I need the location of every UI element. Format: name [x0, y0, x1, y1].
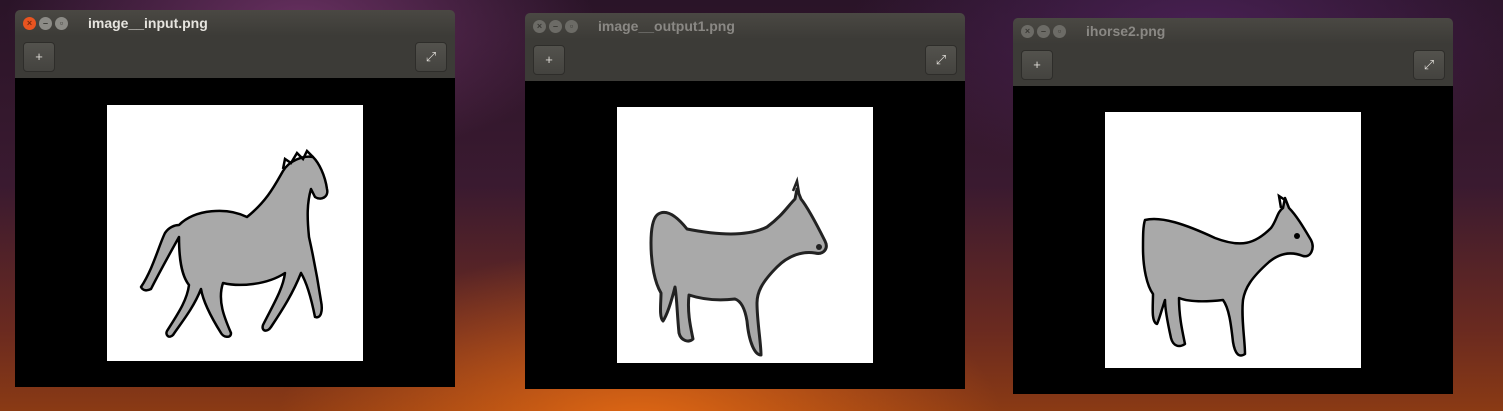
expand-icon: ⤢ — [1423, 57, 1435, 72]
fullscreen-button[interactable]: ⤢ — [415, 42, 447, 72]
add-button[interactable]: + — [533, 45, 565, 75]
viewer-window-ihorse2[interactable]: × – ▫ ihorse2.png + ⤢ — [1013, 18, 1453, 394]
fullscreen-button[interactable]: ⤢ — [1413, 50, 1445, 80]
horse-image — [107, 105, 363, 361]
window-title: ihorse2.png — [1086, 23, 1166, 39]
maximize-icon[interactable]: ▫ — [55, 16, 68, 30]
expand-icon: ⤢ — [935, 52, 947, 67]
add-button[interactable]: + — [23, 42, 55, 72]
horse-image — [1105, 112, 1361, 368]
minimize-icon[interactable]: – — [549, 19, 562, 33]
plus-icon: + — [1033, 57, 1041, 72]
window-toolbar: + ⤢ — [15, 36, 455, 78]
maximize-icon[interactable]: ▫ — [1053, 24, 1066, 38]
window-title: image__input.png — [88, 15, 208, 31]
minimize-icon[interactable]: – — [1037, 24, 1050, 38]
plus-icon: + — [35, 49, 43, 64]
window-toolbar: + ⤢ — [525, 39, 965, 81]
minimize-icon[interactable]: – — [39, 16, 52, 30]
window-toolbar: + ⤢ — [1013, 44, 1453, 86]
expand-icon: ⤢ — [425, 49, 437, 64]
plus-icon: + — [545, 52, 553, 67]
window-titlebar[interactable]: × – ▫ image__input.png — [15, 10, 455, 36]
maximize-icon[interactable]: ▫ — [565, 19, 578, 33]
image-canvas — [525, 81, 965, 389]
close-icon[interactable]: × — [1021, 24, 1034, 38]
image-canvas — [15, 78, 455, 387]
window-titlebar[interactable]: × – ▫ image__output1.png — [525, 13, 965, 39]
window-titlebar[interactable]: × – ▫ ihorse2.png — [1013, 18, 1453, 44]
close-icon[interactable]: × — [23, 16, 36, 30]
viewer-window-output1[interactable]: × – ▫ image__output1.png + ⤢ — [525, 13, 965, 389]
add-button[interactable]: + — [1021, 50, 1053, 80]
viewer-window-input[interactable]: × – ▫ image__input.png + ⤢ — [15, 10, 455, 387]
horse-image — [617, 107, 873, 363]
fullscreen-button[interactable]: ⤢ — [925, 45, 957, 75]
close-icon[interactable]: × — [533, 19, 546, 33]
image-canvas — [1013, 86, 1453, 394]
window-title: image__output1.png — [598, 18, 735, 34]
